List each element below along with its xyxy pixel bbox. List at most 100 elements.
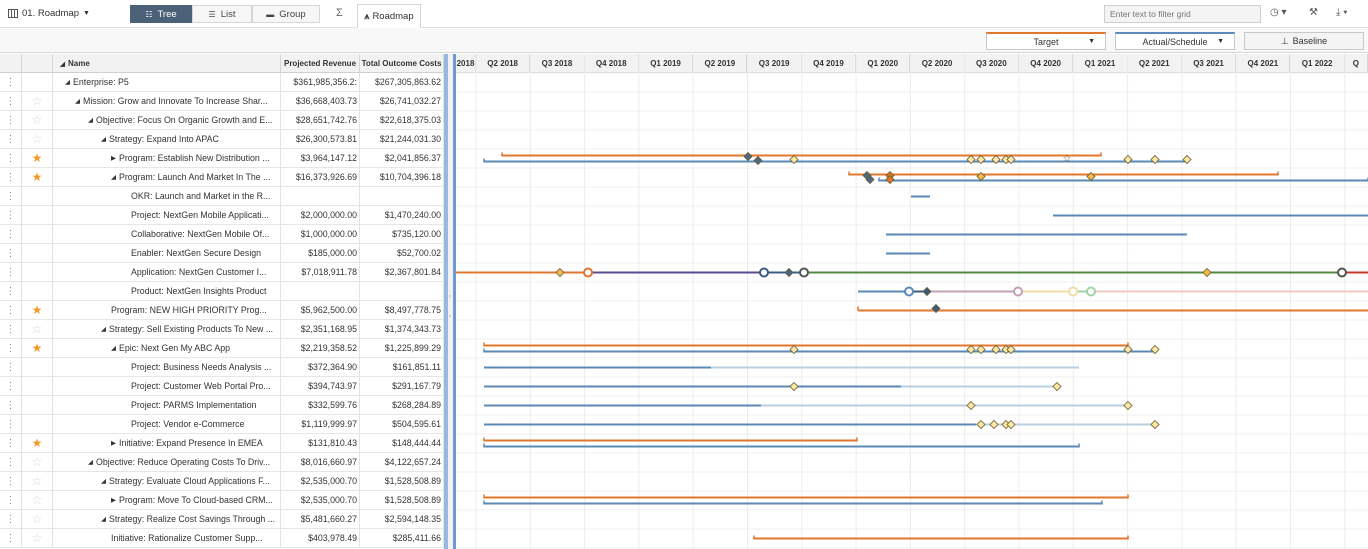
star-icon[interactable]: ☆ <box>22 491 53 509</box>
view-list-button[interactable]: ☰ List <box>192 5 252 23</box>
row-name-cell[interactable]: ◢ Objective: Reduce Operating Costs To Dr… <box>53 453 281 471</box>
star-icon[interactable]: ☆ <box>22 529 53 547</box>
target-dropdown[interactable]: Target ▼ <box>986 32 1106 50</box>
row-name-cell[interactable]: ◢ Enterprise: P5 <box>53 73 281 91</box>
expanded-caret-icon[interactable]: ◢ <box>65 78 70 86</box>
row-name-cell[interactable]: Project: Vendor e-Commerce <box>53 415 281 433</box>
drag-handle-icon[interactable]: ⋮ <box>0 130 22 148</box>
expanded-caret-icon[interactable]: ◢ <box>101 325 106 333</box>
clock-icon[interactable]: ◷ ▾ <box>1270 7 1287 18</box>
wrench-icon[interactable]: ⚒ <box>1309 7 1318 18</box>
expand-right-icon[interactable]: › <box>449 314 451 320</box>
star-icon[interactable]: ☆ <box>22 510 53 528</box>
table-row[interactable]: ⋮ ☆ ◢ Strategy: Realize Cost Savings Throug… <box>0 510 455 529</box>
table-row[interactable]: ⋮ Application: NextGen Customer I... $7,01… <box>0 263 455 282</box>
table-row[interactable]: ⋮ Enabler: NextGen Secure Design $185,000.… <box>0 244 455 263</box>
row-name-cell[interactable]: Program: NEW HIGH PRIORITY Prog... <box>53 301 281 319</box>
collapsed-caret-icon[interactable]: ▶ <box>111 439 116 447</box>
header-costs[interactable]: Total Outcome Costs <box>360 54 444 73</box>
row-name-cell[interactable]: ◢ Strategy: Sell Existing Products To New… <box>53 320 281 338</box>
expanded-caret-icon[interactable]: ◢ <box>101 135 106 143</box>
table-row[interactable]: ⋮ ★ Program: NEW HIGH PRIORITY Prog... $5,9… <box>0 301 455 320</box>
expanded-caret-icon[interactable]: ◢ <box>75 97 80 105</box>
row-name-cell[interactable]: Project: PARMS Implementation <box>53 396 281 414</box>
expanded-caret-icon[interactable]: ◢ <box>101 477 106 485</box>
drag-handle-icon[interactable]: ⋮ <box>0 301 22 319</box>
row-name-cell[interactable]: ◢ Mission: Grow and Innovate To Increase … <box>53 92 281 110</box>
roadmap-selector[interactable]: 01. Roadmap ▼ <box>8 8 90 19</box>
row-name-cell[interactable]: ◢ Objective: Focus On Organic Growth and … <box>53 111 281 129</box>
drag-handle-icon[interactable]: ⋮ <box>0 187 22 205</box>
view-tree-button[interactable]: ☷ Tree <box>130 5 192 23</box>
baseline-button[interactable]: ⊥ Baseline <box>1244 32 1364 50</box>
expanded-caret-icon[interactable]: ◢ <box>111 173 116 181</box>
table-row[interactable]: ⋮ ★ ▶ Program: Establish New Distribution .… <box>0 149 455 168</box>
table-row[interactable]: ⋮ OKR: Launch and Market in the R... <box>0 187 455 206</box>
table-row[interactable]: ⋮ ☆ ▶ Program: Move To Cloud-based CRM... $2… <box>0 491 455 510</box>
drag-handle-icon[interactable]: ⋮ <box>0 263 22 281</box>
collapsed-caret-icon[interactable]: ▶ <box>111 154 116 162</box>
star-icon[interactable]: ☆ <box>22 472 53 490</box>
row-name-cell[interactable]: Project: Business Needs Analysis ... <box>53 358 281 376</box>
row-name-cell[interactable]: ▶ Initiative: Expand Presence In EMEA <box>53 434 281 452</box>
download-icon[interactable]: ⤓ ▾ <box>1336 7 1347 18</box>
row-name-cell[interactable]: ◢ Strategy: Evaluate Cloud Applications F… <box>53 472 281 490</box>
tab-roadmap[interactable]: ⩚ Roadmap <box>357 4 421 28</box>
expanded-caret-icon[interactable]: ◢ <box>101 515 106 523</box>
star-icon[interactable]: ☆ <box>22 92 53 110</box>
table-row[interactable]: ⋮ ★ ◢ Program: Launch And Market In The ...… <box>0 168 455 187</box>
drag-handle-icon[interactable]: ⋮ <box>0 339 22 357</box>
table-row[interactable]: ⋮ Project: Vendor e-Commerce $1,119,999.97… <box>0 415 455 434</box>
table-row[interactable]: ⋮ ☆ ◢ Strategy: Evaluate Cloud Applications… <box>0 472 455 491</box>
row-name-cell[interactable]: ◢ Strategy: Realize Cost Savings Through … <box>53 510 281 528</box>
grid-filter-input[interactable] <box>1104 5 1261 23</box>
star-icon[interactable]: ☆ <box>22 453 53 471</box>
row-name-cell[interactable]: Project: NextGen Mobile Applicati... <box>53 206 281 224</box>
table-row[interactable]: ⋮ ☆ ◢ Mission: Grow and Innovate To Increas… <box>0 92 455 111</box>
row-name-cell[interactable]: ▶ Program: Establish New Distribution ... <box>53 149 281 167</box>
drag-handle-icon[interactable]: ⋮ <box>0 206 22 224</box>
drag-handle-icon[interactable]: ⋮ <box>0 92 22 110</box>
sum-button[interactable]: Σ <box>336 7 343 19</box>
table-row[interactable]: ⋮ Collaborative: NextGen Mobile Of... $1,0… <box>0 225 455 244</box>
drag-handle-icon[interactable]: ⋮ <box>0 320 22 338</box>
collapse-left-icon[interactable]: ‹ <box>449 294 451 300</box>
star-icon[interactable]: ★ <box>22 339 53 357</box>
drag-handle-icon[interactable]: ⋮ <box>0 529 22 547</box>
drag-handle-icon[interactable]: ⋮ <box>0 510 22 528</box>
table-row[interactable]: ⋮ ★ ▶ Initiative: Expand Presence In EMEA $1… <box>0 434 455 453</box>
drag-handle-icon[interactable]: ⋮ <box>0 472 22 490</box>
collapsed-caret-icon[interactable]: ▶ <box>111 496 116 504</box>
star-icon[interactable]: ☆ <box>22 111 53 129</box>
table-row[interactable]: ⋮ ☆ ◢ Strategy: Expand Into APAC $26,300,573… <box>0 130 455 149</box>
drag-handle-icon[interactable]: ⋮ <box>0 282 22 300</box>
drag-handle-icon[interactable]: ⋮ <box>0 358 22 376</box>
row-name-cell[interactable]: OKR: Launch and Market in the R... <box>53 187 281 205</box>
star-icon[interactable]: ★ <box>22 149 53 167</box>
drag-handle-icon[interactable]: ⋮ <box>0 225 22 243</box>
drag-handle-icon[interactable]: ⋮ <box>0 149 22 167</box>
row-name-cell[interactable]: Initiative: Rationalize Customer Supp... <box>53 529 281 547</box>
table-row[interactable]: ⋮ ☆ ◢ Objective: Reduce Operating Costs To … <box>0 453 455 472</box>
expanded-caret-icon[interactable]: ◢ <box>111 344 116 352</box>
row-name-cell[interactable]: Product: NextGen Insights Product <box>53 282 281 300</box>
drag-handle-icon[interactable]: ⋮ <box>0 168 22 186</box>
drag-handle-icon[interactable]: ⋮ <box>0 415 22 433</box>
table-row[interactable]: ⋮ ★ ◢ Epic: Next Gen My ABC App $2,219,358.5… <box>0 339 455 358</box>
row-name-cell[interactable]: ▶ Program: Move To Cloud-based CRM... <box>53 491 281 509</box>
row-name-cell[interactable]: Enabler: NextGen Secure Design <box>53 244 281 262</box>
expanded-caret-icon[interactable]: ◢ <box>88 116 93 124</box>
drag-handle-icon[interactable]: ⋮ <box>0 434 22 452</box>
expanded-caret-icon[interactable]: ◢ <box>88 458 93 466</box>
actual-schedule-dropdown[interactable]: Actual/Schedule ▼ <box>1115 32 1235 50</box>
header-name[interactable]: ◢ Name <box>53 54 281 73</box>
table-row[interactable]: ⋮ ☆ ◢ Strategy: Sell Existing Products To N… <box>0 320 455 339</box>
row-name-cell[interactable]: ◢ Strategy: Expand Into APAC <box>53 130 281 148</box>
row-name-cell[interactable]: Collaborative: NextGen Mobile Of... <box>53 225 281 243</box>
table-row[interactable]: ⋮ ☆ ◢ Objective: Focus On Organic Growth an… <box>0 111 455 130</box>
drag-handle-icon[interactable]: ⋮ <box>0 453 22 471</box>
table-row[interactable]: ⋮ Product: NextGen Insights Product <box>0 282 455 301</box>
header-revenue[interactable]: Projected Revenue <box>281 54 360 73</box>
table-row[interactable]: ⋮ ☆ Initiative: Rationalize Customer Supp.… <box>0 529 455 548</box>
drag-handle-icon[interactable]: ⋮ <box>0 244 22 262</box>
